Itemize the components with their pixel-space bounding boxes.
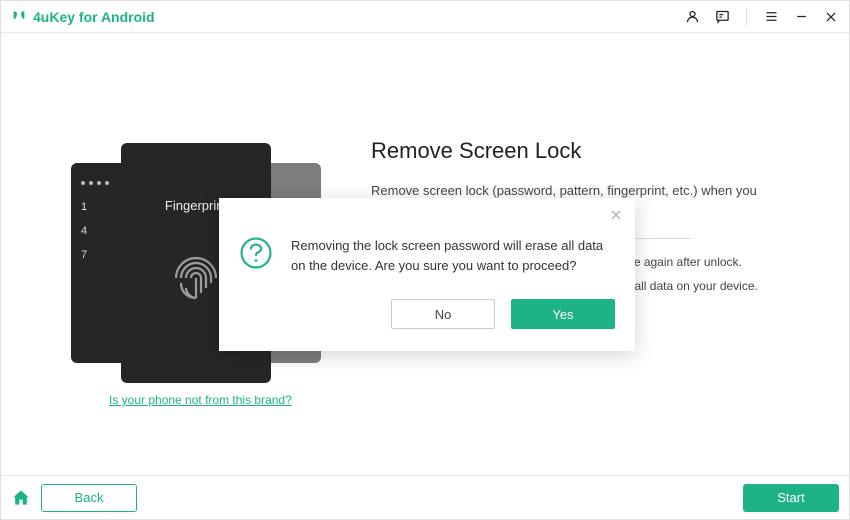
fingerprint-icon bbox=[166, 243, 226, 313]
titlebar-left: 4uKey for Android bbox=[11, 9, 155, 25]
feedback-icon[interactable] bbox=[714, 9, 730, 25]
back-button[interactable]: Back bbox=[41, 484, 137, 512]
keypad-row: 7 bbox=[81, 243, 121, 267]
fingerprint-label: Fingerprint bbox=[165, 198, 227, 213]
page-title: Remove Screen Lock bbox=[371, 138, 789, 164]
title-bar: 4uKey for Android bbox=[1, 1, 849, 33]
main-content: 1 4 7 Fingerprint Remove Screen Lock Rem… bbox=[1, 33, 849, 475]
account-icon[interactable] bbox=[684, 9, 700, 25]
confirm-dialog: Removing the lock screen password will e… bbox=[219, 198, 635, 351]
no-button[interactable]: No bbox=[391, 299, 495, 329]
pin-dots bbox=[81, 181, 121, 185]
dialog-body: Removing the lock screen password will e… bbox=[239, 212, 615, 275]
question-icon bbox=[239, 236, 273, 270]
dialog-buttons: No Yes bbox=[239, 299, 615, 329]
minimize-icon[interactable] bbox=[793, 9, 809, 25]
close-icon[interactable] bbox=[823, 9, 839, 25]
keypad-row: 4 bbox=[81, 219, 121, 243]
start-button[interactable]: Start bbox=[743, 484, 839, 512]
titlebar-divider bbox=[746, 8, 747, 26]
dialog-message: Removing the lock screen password will e… bbox=[291, 236, 615, 275]
titlebar-right bbox=[684, 8, 839, 26]
dialog-close-icon[interactable] bbox=[609, 208, 623, 227]
keypad-row: 1 bbox=[81, 195, 121, 219]
menu-icon[interactable] bbox=[763, 9, 779, 25]
app-logo-icon bbox=[11, 9, 27, 25]
other-brand-link[interactable]: Is your phone not from this brand? bbox=[109, 393, 292, 407]
app-title: 4uKey for Android bbox=[33, 9, 155, 25]
footer-bar: Back Start bbox=[1, 475, 849, 519]
home-icon[interactable] bbox=[11, 488, 31, 508]
footer-left: Back bbox=[11, 484, 137, 512]
yes-button[interactable]: Yes bbox=[511, 299, 615, 329]
